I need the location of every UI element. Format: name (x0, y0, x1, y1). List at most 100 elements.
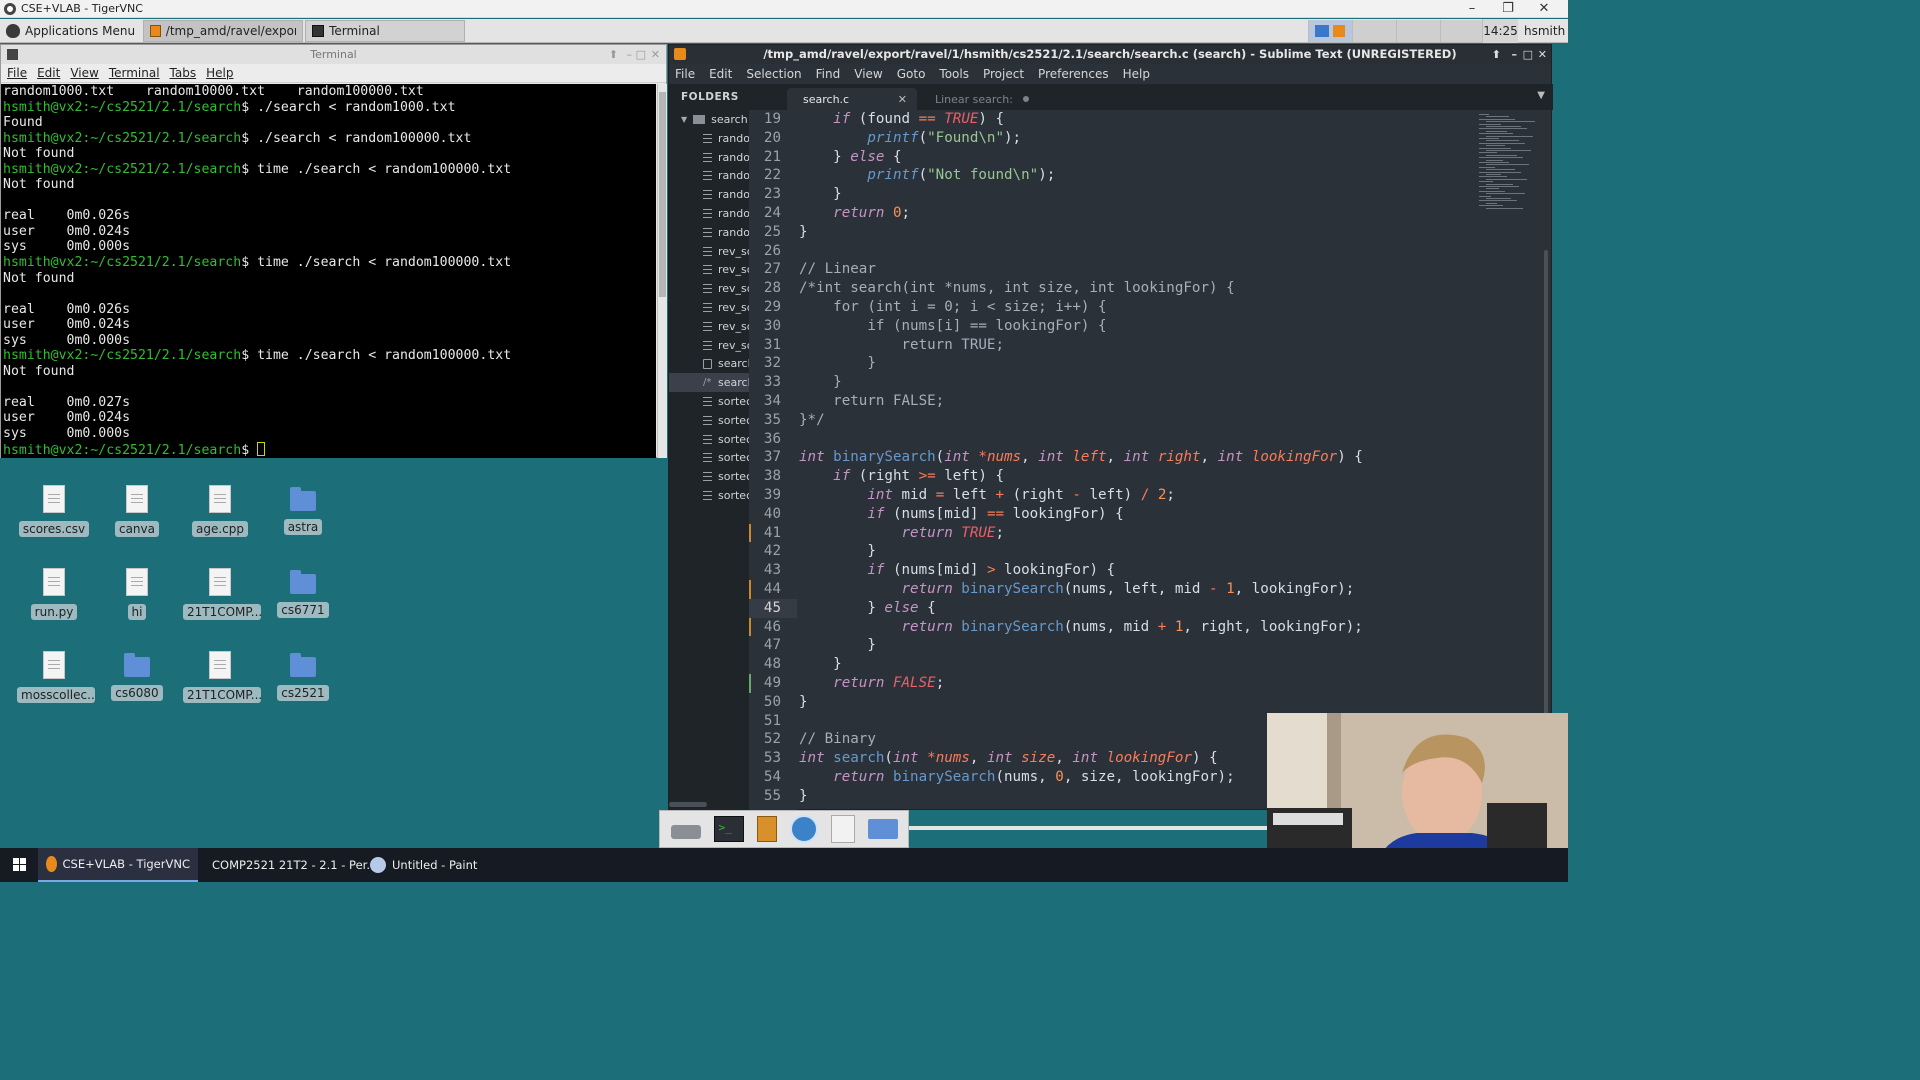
code-line[interactable]: } else { (799, 599, 1475, 618)
line-number[interactable]: 50 (749, 693, 797, 712)
files-launcher-icon[interactable] (867, 819, 898, 839)
unsaved-dot-icon[interactable] (1023, 96, 1029, 102)
menu-view[interactable]: View (854, 67, 882, 81)
sidebar-file[interactable]: rando (669, 185, 749, 204)
line-number[interactable]: 36 (749, 430, 797, 449)
terminal-launcher-icon[interactable] (713, 816, 744, 842)
sublime-maximize-icon[interactable]: □ (1523, 45, 1533, 64)
code-line[interactable]: } (799, 223, 1475, 242)
line-number[interactable]: 49 (749, 674, 797, 693)
line-number[interactable]: 31 (749, 336, 797, 355)
code-line[interactable]: } (799, 373, 1475, 392)
desktop-icon[interactable]: age.cpp (183, 485, 257, 540)
line-number[interactable]: 45 (749, 598, 797, 618)
terminal-output[interactable]: random1000.txt random10000.txt random100… (1, 84, 656, 458)
desktop-icon[interactable]: cs6080 (100, 651, 174, 704)
sidebar-file[interactable]: rando (669, 148, 749, 167)
desktop-icon[interactable]: hi (100, 568, 174, 623)
sublime-minimize-icon[interactable]: – (1512, 45, 1518, 64)
terminal-close-icon[interactable]: ✕ (651, 45, 660, 64)
code-line[interactable]: return binarySearch(nums, left, mid - 1,… (799, 580, 1475, 599)
code-line[interactable]: } (799, 693, 1475, 712)
code-line[interactable]: return binarySearch(nums, mid + 1, right… (799, 618, 1475, 637)
panel-clock[interactable]: 14:25 (1482, 19, 1518, 43)
line-number[interactable]: 48 (749, 655, 797, 674)
line-number[interactable]: 34 (749, 392, 797, 411)
code-line[interactable]: if (right >= left) { (799, 467, 1475, 486)
line-number[interactable]: 37 (749, 448, 797, 467)
code-line[interactable]: int binarySearch(int *nums, int left, in… (799, 448, 1475, 467)
terminal-menu-view[interactable]: View (70, 66, 98, 80)
desktop-icon[interactable]: canva (100, 485, 174, 540)
sidebar-file[interactable]: searcl (669, 355, 749, 374)
notes-launcher-icon[interactable] (756, 816, 777, 842)
workspace-1[interactable] (1308, 20, 1352, 42)
line-number[interactable]: 24 (749, 204, 797, 223)
code-line[interactable]: // Linear (799, 260, 1475, 279)
sidebar-file[interactable]: sortec (669, 449, 749, 468)
line-number[interactable]: 26 (749, 242, 797, 261)
desktop-icon[interactable]: 21T1COMP... (183, 568, 261, 623)
line-number[interactable]: 41 (749, 524, 797, 543)
sidebar-file[interactable]: rando (669, 204, 749, 223)
panel-user[interactable]: hsmith (1524, 19, 1565, 43)
code-line[interactable]: } else { (799, 148, 1475, 167)
line-number[interactable]: 39 (749, 486, 797, 505)
code-line[interactable]: if (found == TRUE) { (799, 110, 1475, 129)
code-line[interactable]: if (nums[i] == lookingFor) { (799, 317, 1475, 336)
line-number[interactable]: 38 (749, 467, 797, 486)
code-line[interactable]: } (799, 655, 1475, 674)
code-line[interactable]: for (int i = 0; i < size; i++) { (799, 298, 1475, 317)
workspace-3[interactable] (1396, 20, 1440, 42)
task-sublime[interactable]: /tmp_amd/ravel/export... (143, 19, 304, 42)
menu-tools[interactable]: Tools (939, 67, 969, 81)
sidebar-file[interactable]: rev_sc (669, 317, 749, 336)
code-line[interactable] (799, 430, 1475, 449)
sidebar-file[interactable]: rev_sc (669, 298, 749, 317)
editor-scrollbar[interactable] (1541, 110, 1551, 811)
restore-button[interactable]: ❐ (1490, 0, 1526, 18)
line-number[interactable]: 29 (749, 298, 797, 317)
menu-preferences[interactable]: Preferences (1038, 67, 1109, 81)
editor-horizontal-scrollbar[interactable] (669, 802, 705, 807)
line-number[interactable]: 20 (749, 129, 797, 148)
sublime-titlebar[interactable]: /tmp_amd/ravel/export/ravel/1/hsmith/cs2… (669, 45, 1551, 64)
menu-file[interactable]: File (675, 67, 695, 81)
sidebar-file[interactable]: rando (669, 167, 749, 186)
desktop-icon[interactable]: cs2521 (266, 651, 340, 704)
line-number[interactable]: 44 (749, 580, 797, 599)
sidebar-file[interactable]: rando (669, 129, 749, 148)
line-number[interactable]: 30 (749, 317, 797, 336)
applications-menu-button[interactable]: Applications Menu (0, 19, 141, 43)
workspace-switcher[interactable] (1308, 19, 1484, 43)
code-line[interactable]: return TRUE; (799, 336, 1475, 355)
sidebar-folder-search[interactable]: ▼ search (669, 110, 749, 129)
terminal-menu-edit[interactable]: Edit (37, 66, 60, 80)
sidebar-file[interactable]: sortec (669, 392, 749, 411)
tab-dropdown-icon[interactable]: ▼ (1537, 90, 1545, 101)
code-line[interactable]: return TRUE; (799, 524, 1475, 543)
line-number[interactable]: 40 (749, 505, 797, 524)
line-number[interactable]: 32 (749, 354, 797, 373)
line-number[interactable]: 43 (749, 561, 797, 580)
terminal-menu-terminal[interactable]: Terminal (109, 66, 160, 80)
line-number[interactable]: 53 (749, 749, 797, 768)
menu-goto[interactable]: Goto (897, 67, 926, 81)
menu-find[interactable]: Find (816, 67, 841, 81)
sidebar-file[interactable]: sortec (669, 486, 749, 505)
sidebar-file[interactable]: sortec (669, 467, 749, 486)
terminal-maximize-arrow-icon[interactable]: ⬆ (609, 45, 618, 64)
code-line[interactable]: if (nums[mid] > lookingFor) { (799, 561, 1475, 580)
menu-help[interactable]: Help (1123, 67, 1150, 81)
menu-selection[interactable]: Selection (746, 67, 801, 81)
desktop-icon[interactable]: run.py (17, 568, 91, 623)
code-line[interactable]: int mid = left + (right - left) / 2; (799, 486, 1475, 505)
close-button[interactable]: ✕ (1526, 0, 1562, 18)
line-number[interactable]: 46 (749, 618, 797, 637)
code-line[interactable]: } (799, 542, 1475, 561)
task-terminal[interactable]: Terminal (305, 19, 466, 42)
line-number[interactable]: 25 (749, 223, 797, 242)
code-line[interactable]: } (799, 185, 1475, 204)
desktop-icon[interactable]: 21T1COMP... (183, 651, 261, 706)
search-launcher-icon[interactable] (830, 815, 855, 843)
